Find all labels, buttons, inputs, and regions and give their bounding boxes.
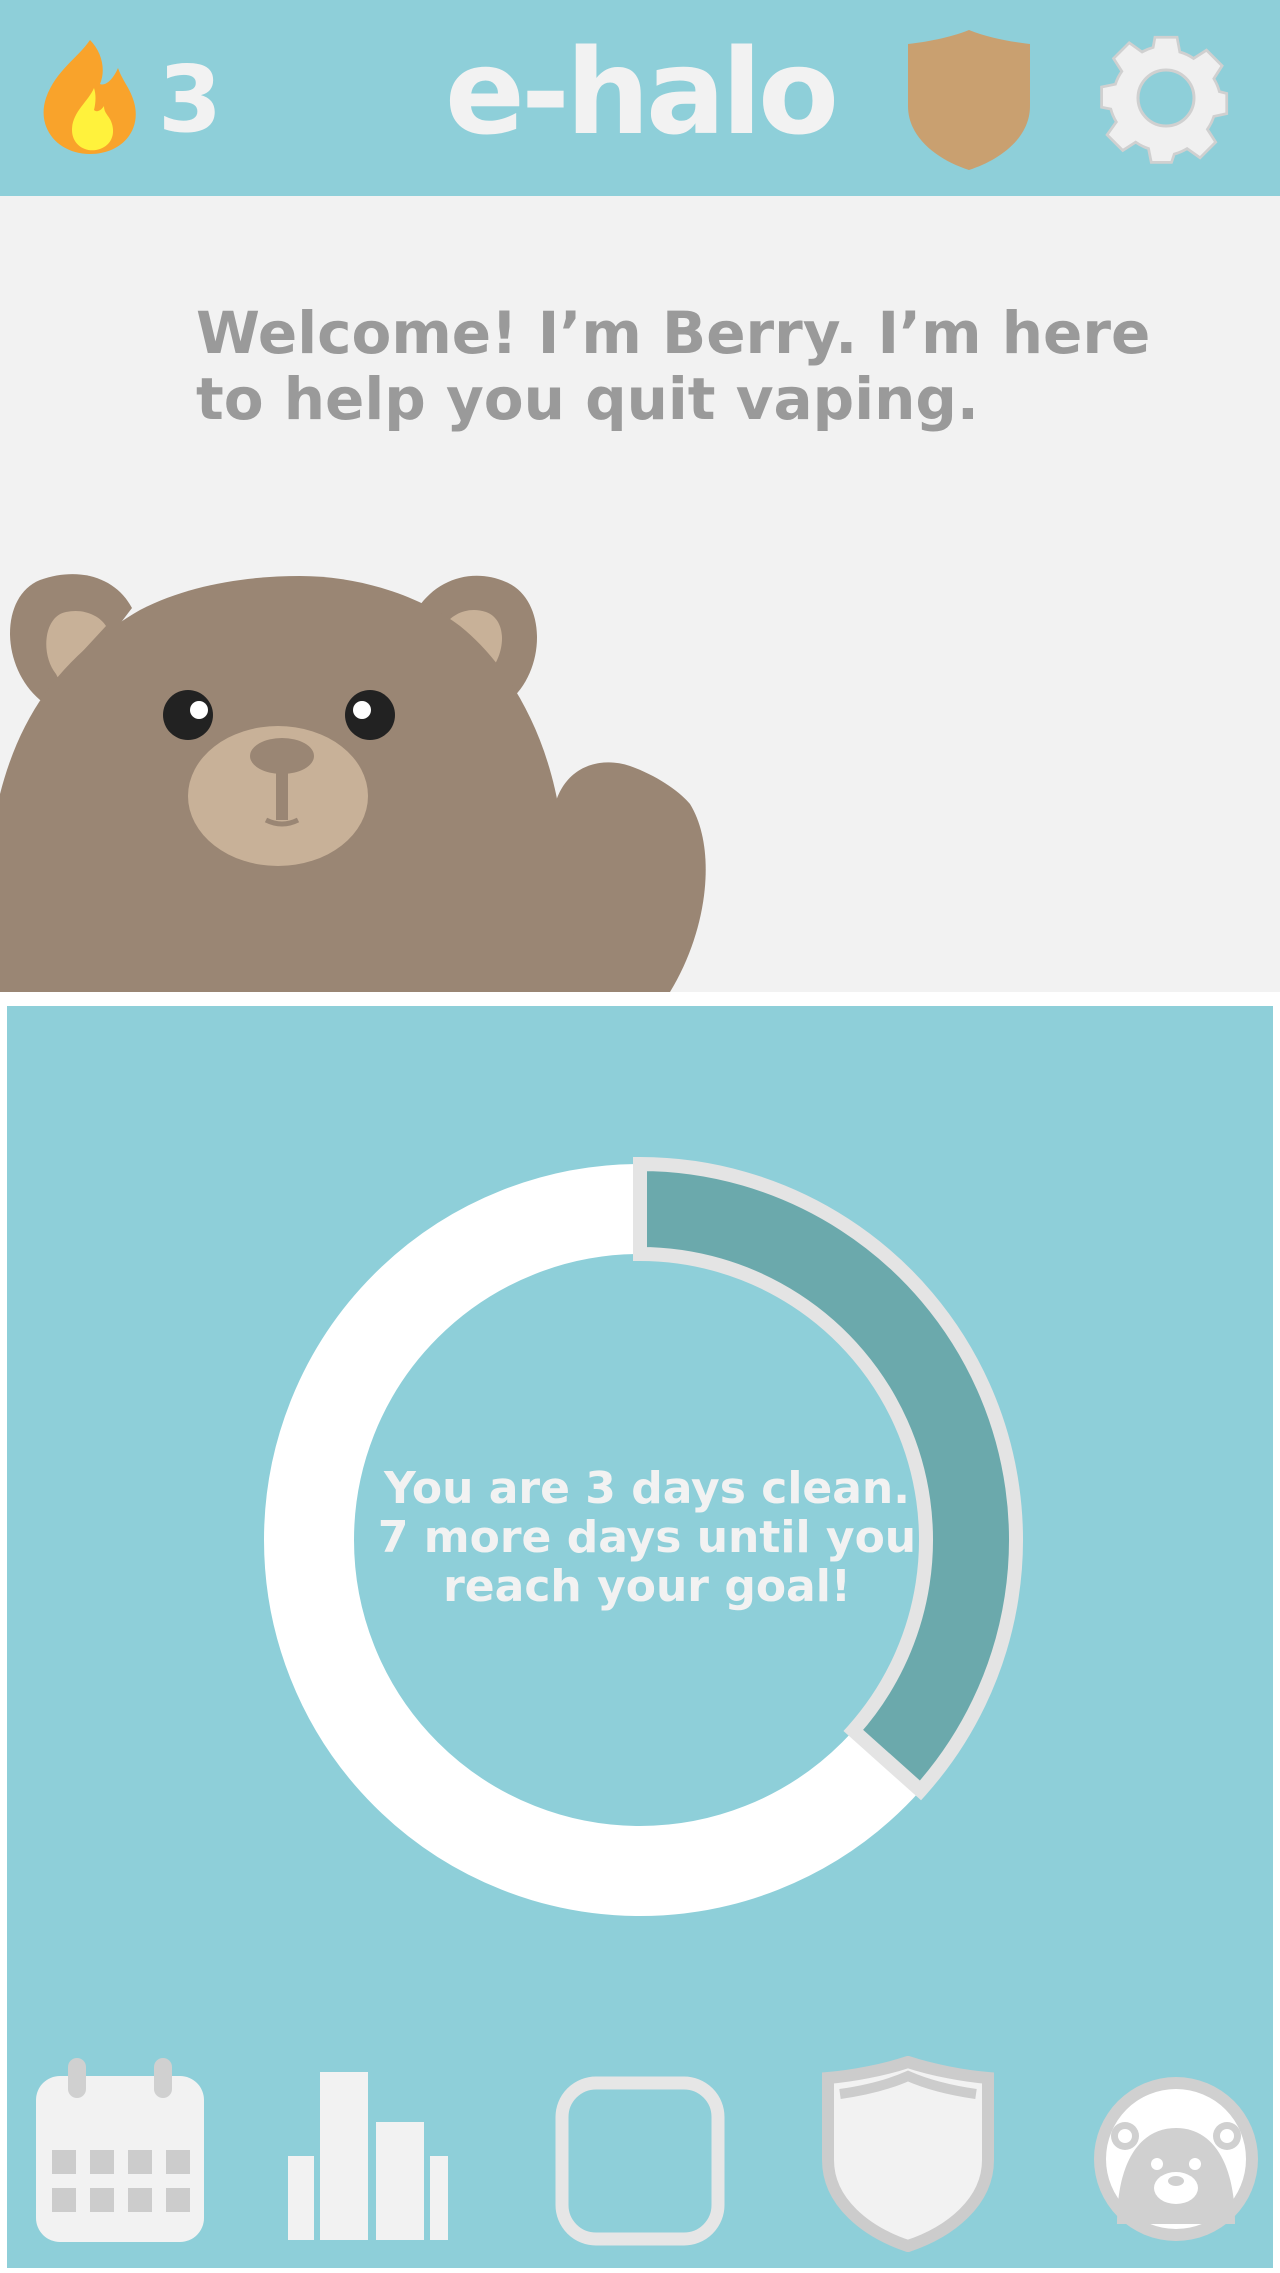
streak-count: 3 (158, 46, 223, 153)
bar-chart-icon (288, 2072, 448, 2240)
nav-stats-button[interactable] (288, 2072, 448, 2240)
fire-icon (43, 40, 136, 154)
gear-icon[interactable] (1093, 25, 1239, 171)
top-bar: 3 e-halo (0, 0, 1280, 196)
square-icon (555, 2076, 725, 2246)
shield-icon[interactable] (904, 28, 1034, 172)
calendar-icon (36, 2058, 204, 2242)
nav-calendar-button[interactable] (34, 2058, 206, 2244)
nav-home-button[interactable] (555, 2076, 725, 2246)
progress-message: You are 3 days clean. 7 more days until … (377, 1463, 917, 1612)
streak-counter[interactable]: 3 (38, 36, 238, 160)
nav-profile-button[interactable] (1091, 2074, 1261, 2244)
bear-mascot (0, 574, 706, 992)
bear-avatar-icon (1094, 2077, 1258, 2241)
app-screen: 3 e-halo Welcome! I’m Berry. I’m here to… (0, 0, 1280, 2273)
welcome-panel: Welcome! I’m Berry. I’m here to help you… (0, 196, 1280, 992)
nav-shield-button[interactable] (818, 2056, 998, 2252)
app-title: e-halo (444, 23, 839, 161)
